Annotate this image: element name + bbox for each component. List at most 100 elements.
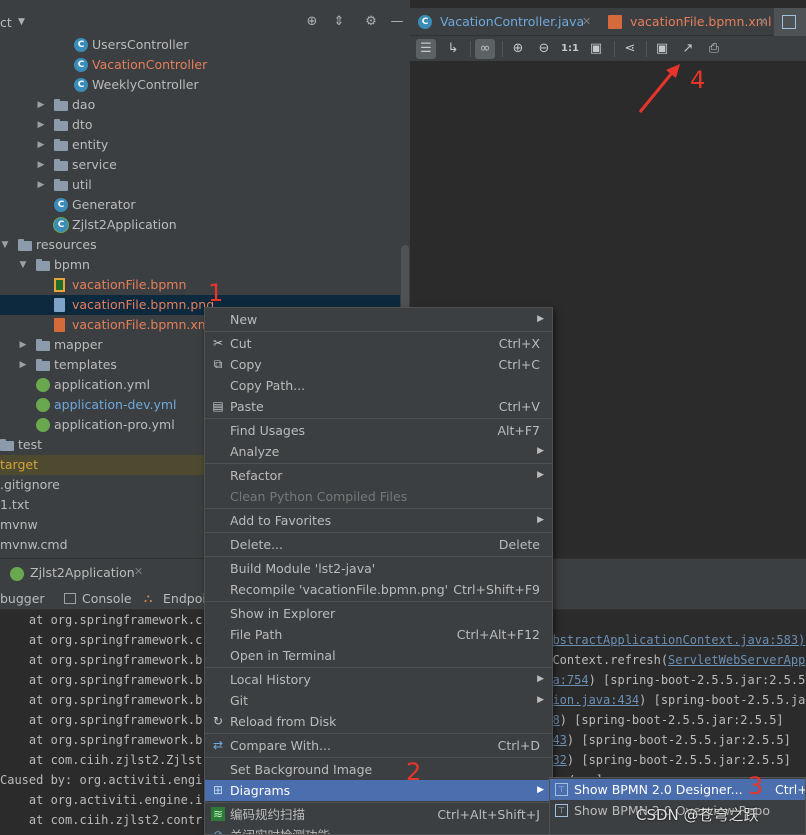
tab-label: vacationFile.bpmn.xml [630, 14, 772, 29]
project-title[interactable]: ct [0, 15, 12, 30]
save-icon[interactable]: ▣ [652, 39, 672, 59]
submenu-arrow-icon: ▶ [537, 674, 544, 684]
submenu-arrow-icon: ▶ [537, 515, 544, 525]
stacktrace-link[interactable]: ation.java:434 [538, 693, 639, 707]
menu-item-show-bpmn-designer[interactable]: ⊤ Show BPMN 2.0 Designer... Ctrl+A [550, 779, 805, 800]
menu-item-show-in-explorer[interactable]: Show in Explorer [205, 603, 552, 624]
menu-item-new[interactable]: New ▶ [205, 309, 552, 330]
close-icon[interactable]: ✕ [758, 8, 767, 36]
tree-item[interactable]: ▶ dao [0, 95, 400, 115]
menu-item-reload-from-disk[interactable]: ↻ Reload from Disk [205, 711, 552, 732]
tree-item[interactable]: C Zjlst2Application [0, 215, 400, 235]
menu-item-analyze[interactable]: Analyze ▶ [205, 441, 552, 462]
menu-item-recompile-vacationfile-bpmn-png[interactable]: Recompile 'vacationFile.bpmn.png' Ctrl+Sh… [205, 579, 552, 600]
menu-item-label: Copy [230, 357, 262, 372]
expand-right-icon[interactable]: ▶ [36, 135, 46, 155]
tab-vacation-xml[interactable]: vacationFile.bpmn.xml ✕ [600, 8, 774, 36]
menu-item-refactor[interactable]: Refactor ▶ [205, 465, 552, 486]
tab-vacation-controller[interactable]: C VacationController.java ✕ [410, 8, 600, 36]
tree-item[interactable]: ▶ util [0, 175, 400, 195]
menu-item-paste[interactable]: ▤ Paste Ctrl+V [205, 396, 552, 417]
menu-item-git[interactable]: Git ▶ [205, 690, 552, 711]
tree-item[interactable]: ▼ bpmn [0, 255, 400, 275]
collapse-all-icon[interactable]: ⇕ [330, 13, 348, 31]
menu-item-build-module-lst2-java[interactable]: Build Module 'lst2-java' [205, 558, 552, 579]
spring-config-icon [36, 418, 50, 432]
link-icon[interactable]: ∞ [475, 39, 495, 59]
menu-item-set-background-image[interactable]: Set Background Image [205, 759, 552, 780]
menu-item-delete[interactable]: Delete... Delete [205, 534, 552, 555]
folder-icon [0, 439, 14, 451]
expand-right-icon[interactable]: ▶ [36, 95, 46, 115]
stacktrace-link[interactable]: (AbstractApplicationContext.java:583) [538, 633, 805, 647]
tree-item[interactable]: C UsersController [0, 35, 400, 55]
zoom-in-icon[interactable]: ⊕ [508, 39, 528, 59]
layout-icon[interactable]: ⋖ [620, 39, 640, 59]
tree-scrollbar[interactable] [401, 245, 409, 315]
tree-item-label: application-pro.yml [54, 417, 175, 432]
close-icon[interactable]: ✕ [582, 8, 591, 36]
connector-icon[interactable]: ↳ [443, 39, 463, 59]
menu-item-find-usages[interactable]: Find Usages Alt+F7 [205, 420, 552, 441]
menu-item-label: Paste [230, 399, 264, 414]
expand-right-icon[interactable]: ▶ [36, 155, 46, 175]
expand-right-icon[interactable]: ▶ [18, 335, 28, 355]
stacktrace-link[interactable]: ServletWebServerApp [668, 653, 805, 667]
menu-item-cut[interactable]: ✂ Cut Ctrl+X [205, 333, 552, 354]
toolbar-separator [614, 41, 615, 57]
tab-debugger[interactable]: bugger [0, 591, 45, 606]
menu-item-open-in-terminal[interactable]: Open in Terminal [205, 645, 552, 666]
menu-item-label: File Path [230, 627, 283, 642]
tree-item[interactable]: C WeeklyController [0, 75, 400, 95]
menu-shortcut: Ctrl+V [498, 399, 540, 414]
actual-size-icon[interactable]: 1:1 [560, 39, 580, 59]
folder-icon [54, 119, 68, 131]
fit-content-icon[interactable]: ▣ [586, 39, 606, 59]
tree-item-label: application.yml [54, 377, 150, 392]
expand-down-icon[interactable]: ▼ [18, 255, 28, 275]
zoom-out-icon[interactable]: ⊖ [534, 39, 554, 59]
tree-item-label: vacationFile.bpmn [72, 277, 187, 292]
menu-item-diagrams[interactable]: ⊞ Diagrams ▶ [205, 780, 552, 801]
tree-item[interactable]: C VacationController [0, 55, 400, 75]
expand-right-icon[interactable]: ▶ [36, 175, 46, 195]
expand-down-icon[interactable]: ▼ [0, 235, 10, 255]
run-config-title[interactable]: Zjlst2Application [30, 565, 135, 580]
class-icon: C [54, 198, 68, 212]
locate-icon[interactable]: ⊕ [303, 13, 321, 31]
cut-icon: ✂ [212, 336, 224, 350]
menu-item-file-path[interactable]: File Path Ctrl+Alt+F12 [205, 624, 552, 645]
menu-item-add-to-favorites[interactable]: Add to Favorites ▶ [205, 510, 552, 531]
tree-item-label: vacationFile.bpmn.xml [72, 317, 214, 332]
expand-right-icon[interactable]: ▶ [18, 355, 28, 375]
hide-icon[interactable]: — [388, 13, 406, 31]
console-line: at org.springframework.b [0, 653, 203, 667]
project-dropdown-icon[interactable]: ▼ [18, 17, 25, 27]
watermark: CSDN @苍穹之跃 [636, 806, 759, 824]
tab-bpmn-designer[interactable] [774, 8, 806, 36]
tab-console[interactable]: Console [82, 591, 132, 606]
tree-item-label: entity [72, 137, 109, 152]
menu-item-copy[interactable]: ⧉ Copy Ctrl+C [205, 354, 552, 375]
tree-item[interactable]: ▼ resources [0, 235, 400, 255]
menu-shortcut: Ctrl+D [497, 738, 540, 753]
menu-item-compare-with[interactable]: ⇄ Compare With... Ctrl+D [205, 735, 552, 756]
console-line: Caused by: org.activiti.engi [0, 773, 203, 787]
tree-item[interactable]: ▶ dto [0, 115, 400, 135]
menu-item-label: Cut [230, 336, 252, 351]
close-icon[interactable]: ✕ [134, 565, 143, 578]
menu-item-local-history[interactable]: Local History ▶ [205, 669, 552, 690]
settings-icon[interactable]: ☰ [416, 39, 436, 59]
tree-item[interactable]: ▶ entity [0, 135, 400, 155]
tree-item[interactable]: C Generator [0, 195, 400, 215]
tree-item[interactable]: ▶ service [0, 155, 400, 175]
expand-right-icon[interactable]: ▶ [36, 115, 46, 135]
menu-item-item-33[interactable]: ≋ 编码规约扫描 Ctrl+Alt+Shift+J [205, 804, 552, 825]
menu-item-copy-path[interactable]: Copy Path... [205, 375, 552, 396]
export-icon[interactable]: ↗ [678, 39, 698, 59]
tree-item[interactable]: vacationFile.bpmn [0, 275, 400, 295]
print-icon[interactable]: ⎙ [704, 39, 724, 59]
menu-item-item-34[interactable]: ⊘ 关闭实时检测功能 [205, 825, 552, 834]
gear-icon[interactable]: ⚙ [362, 13, 380, 31]
console-line: at org.springframework.c [0, 613, 203, 627]
